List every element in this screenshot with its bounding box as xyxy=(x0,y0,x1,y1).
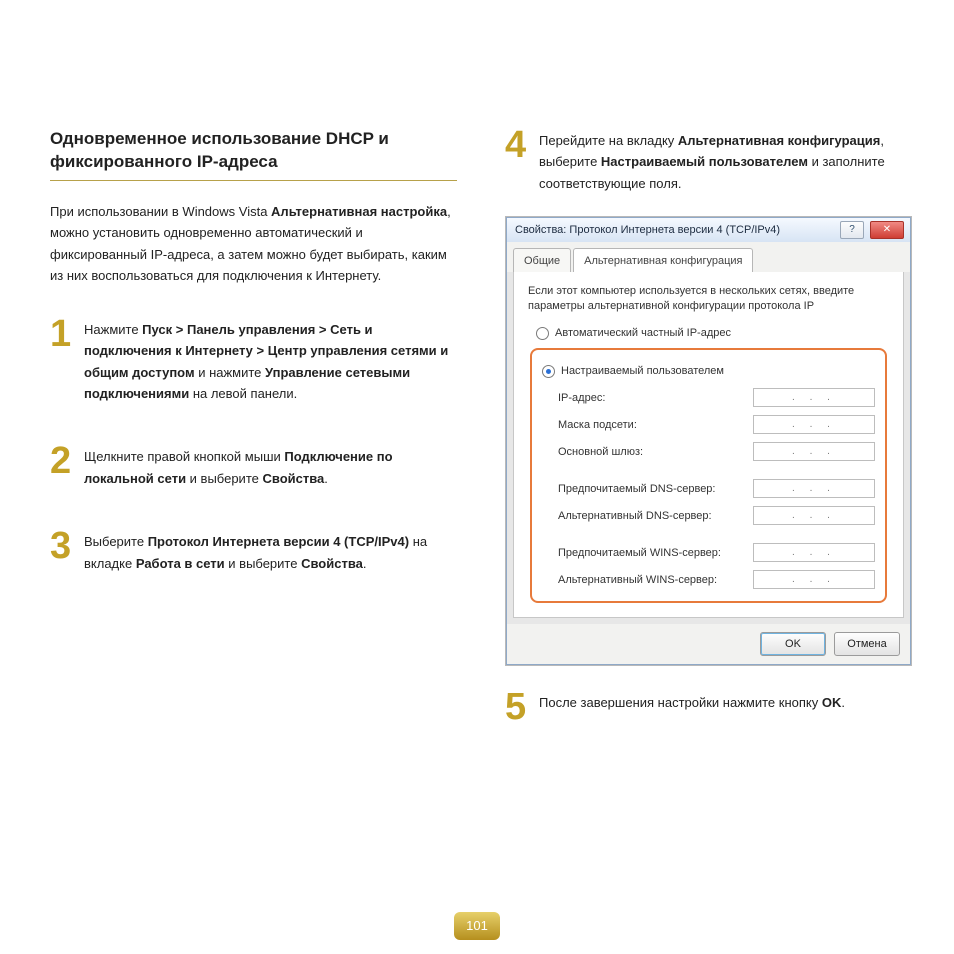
step-body: Выберите Протокол Интернета версии 4 (TC… xyxy=(84,529,457,574)
step-1: 1 Нажмите Пуск > Панель управления > Сет… xyxy=(50,317,457,405)
text: и нажмите xyxy=(195,365,265,380)
text-bold: Протокол Интернета версии 4 (TCP/IPv4) xyxy=(148,534,409,549)
close-button[interactable]: ✕ xyxy=(870,221,904,239)
highlight-box: Настраиваемый пользователем IP-адрес: . … xyxy=(530,348,887,603)
text: Щелкните правой кнопкой мыши xyxy=(84,449,284,464)
field-label: Маска подсети: xyxy=(558,416,753,434)
dialog-buttons: OK Отмена xyxy=(507,624,910,664)
step-number: 2 xyxy=(50,444,74,489)
ip-input[interactable]: . . . xyxy=(753,543,875,562)
text: Перейдите на вкладку xyxy=(539,133,678,148)
text-bold: Альтернативная конфигурация xyxy=(678,133,880,148)
ip-input[interactable]: . . . xyxy=(753,479,875,498)
text-bold: Настраиваемый пользователем xyxy=(601,154,808,169)
text-bold: Свойства xyxy=(301,556,363,571)
radio-label: Автоматический частный IP-адрес xyxy=(555,324,731,342)
step-number: 1 xyxy=(50,317,74,405)
help-button[interactable]: ? xyxy=(840,221,864,239)
step-body: Щелкните правой кнопкой мыши Подключение… xyxy=(84,444,457,489)
radio-auto-private[interactable]: Автоматический частный IP-адрес xyxy=(536,324,889,342)
cancel-button[interactable]: Отмена xyxy=(834,632,900,656)
step-5: 5 После завершения настройки нажмите кно… xyxy=(505,690,912,724)
field-label: Альтернативный WINS-сервер: xyxy=(558,571,753,589)
dialog-screenshot: Свойства: Протокол Интернета версии 4 (T… xyxy=(505,216,912,666)
intro-text: При использовании в Windows Vista xyxy=(50,204,271,219)
intro-bold: Альтернативная настройка xyxy=(271,204,447,219)
step-body: После завершения настройки нажмите кнопк… xyxy=(539,690,845,724)
ip-input[interactable]: . . . xyxy=(753,388,875,407)
text-bold: Свойства xyxy=(262,471,324,486)
step-2: 2 Щелкните правой кнопкой мыши Подключен… xyxy=(50,444,457,489)
field-mask: Маска подсети: . . . xyxy=(558,415,875,434)
field-label: Предпочитаемый WINS-сервер: xyxy=(558,544,753,562)
step-4: 4 Перейдите на вкладку Альтернативная ко… xyxy=(505,128,912,194)
title-rule xyxy=(50,180,457,181)
ip-input[interactable]: . . . xyxy=(753,570,875,589)
tab-general[interactable]: Общие xyxy=(513,248,571,272)
field-ip: IP-адрес: . . . xyxy=(558,388,875,407)
field-label: Предпочитаемый DNS-сервер: xyxy=(558,480,753,498)
tab-alt-config[interactable]: Альтернативная конфигурация xyxy=(573,248,753,272)
step-body: Нажмите Пуск > Панель управления > Сеть … xyxy=(84,317,457,405)
dialog-titlebar[interactable]: Свойства: Протокол Интернета версии 4 (T… xyxy=(507,218,910,242)
text: После завершения настройки нажмите кнопк… xyxy=(539,695,822,710)
field-dns2: Альтернативный DNS-сервер: . . . xyxy=(558,506,875,525)
text: Нажмите xyxy=(84,322,142,337)
text: Выберите xyxy=(84,534,148,549)
field-wins1: Предпочитаемый WINS-сервер: . . . xyxy=(558,543,875,562)
page-number-badge: 101 xyxy=(454,912,500,940)
field-label: Основной шлюз: xyxy=(558,443,753,461)
ok-button[interactable]: OK xyxy=(760,632,826,656)
radio-label: Настраиваемый пользователем xyxy=(561,362,724,380)
radio-icon xyxy=(536,327,549,340)
field-wins2: Альтернативный WINS-сервер: . . . xyxy=(558,570,875,589)
section-title: Одновременное использование DHCP и фикси… xyxy=(50,128,457,174)
step-3: 3 Выберите Протокол Интернета версии 4 (… xyxy=(50,529,457,574)
step-number: 3 xyxy=(50,529,74,574)
text-bold: Работа в сети xyxy=(136,556,225,571)
dialog-panel: Если этот компьютер используется в неско… xyxy=(513,272,904,618)
field-gateway: Основной шлюз: . . . xyxy=(558,442,875,461)
intro-paragraph: При использовании в Windows Vista Альтер… xyxy=(50,201,457,287)
ip-input[interactable]: . . . xyxy=(753,415,875,434)
text-bold: OK xyxy=(822,695,842,710)
dialog-title: Свойства: Протокол Интернета версии 4 (T… xyxy=(515,221,834,239)
text: на левой панели. xyxy=(189,386,297,401)
panel-hint: Если этот компьютер используется в неско… xyxy=(528,284,889,314)
step-number: 4 xyxy=(505,128,529,194)
text: и выберите xyxy=(186,471,262,486)
field-label: IP-адрес: xyxy=(558,389,753,407)
text: . xyxy=(841,695,845,710)
radio-user-configured[interactable]: Настраиваемый пользователем xyxy=(542,362,875,380)
field-label: Альтернативный DNS-сервер: xyxy=(558,507,753,525)
text: . xyxy=(363,556,367,571)
radio-icon xyxy=(542,365,555,378)
dialog-tabs: Общие Альтернативная конфигурация xyxy=(507,242,910,272)
step-body: Перейдите на вкладку Альтернативная конф… xyxy=(539,128,912,194)
ip-input[interactable]: . . . xyxy=(753,442,875,461)
step-number: 5 xyxy=(505,690,529,724)
field-dns1: Предпочитаемый DNS-сервер: . . . xyxy=(558,479,875,498)
ip-input[interactable]: . . . xyxy=(753,506,875,525)
text: и выберите xyxy=(225,556,301,571)
text: . xyxy=(324,471,328,486)
